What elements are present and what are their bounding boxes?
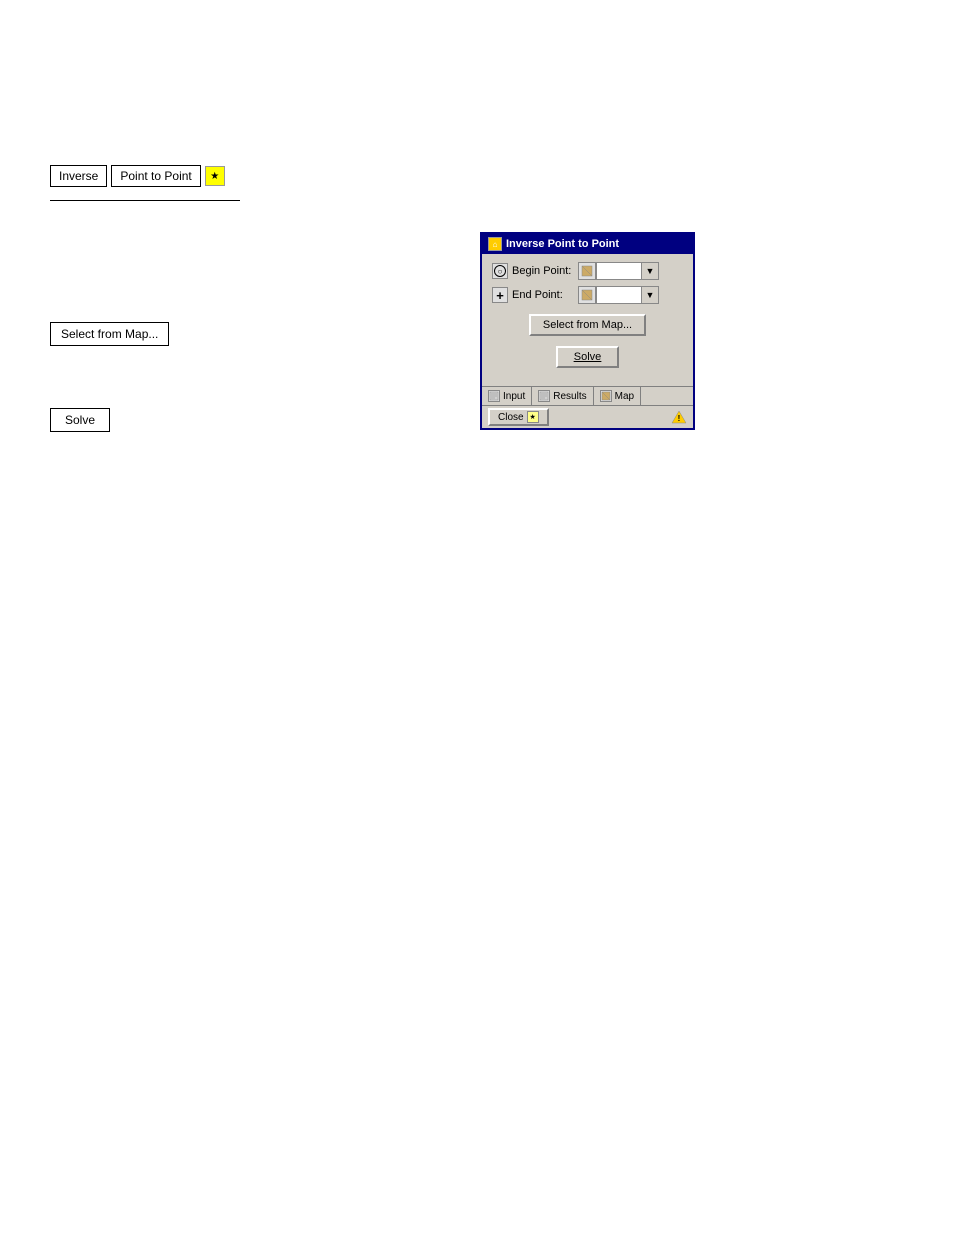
tab-map-label: Map [615, 391, 634, 402]
solve-button-bg[interactable]: Solve [50, 408, 110, 432]
dialog-tabs: Input Results Map [482, 386, 693, 405]
end-point-dropdown[interactable]: ▼ [641, 286, 659, 304]
end-point-input-group: 6 ▼ [578, 286, 683, 304]
dialog-titlebar: ⌂ Inverse Point to Point [482, 234, 693, 254]
svg-text:!: ! [678, 414, 681, 423]
toolbar-star-icon[interactable]: ★ [205, 166, 225, 186]
begin-point-input[interactable]: 1 [596, 262, 641, 280]
tab-results[interactable]: Results [532, 387, 593, 405]
begin-point-row: ○ Begin Point: 1 ▼ [492, 262, 683, 280]
point-to-point-button[interactable]: Point to Point [111, 165, 200, 187]
inverse-button[interactable]: Inverse [50, 165, 107, 187]
dialog-select-from-map-button[interactable]: Select from Map... [529, 314, 646, 336]
select-from-map-button-bg[interactable]: Select from Map... [50, 322, 169, 346]
dialog-close-button[interactable]: Close ★ [488, 408, 549, 426]
dialog-bottombar: Close ★ ! [482, 405, 693, 428]
begin-point-input-group: 1 ▼ [578, 262, 683, 280]
tab-input-label: Input [503, 391, 525, 402]
tab-results-label: Results [553, 391, 586, 402]
tab-results-icon [538, 390, 550, 402]
begin-point-img-icon [578, 262, 596, 280]
begin-point-symbol: ○ [492, 263, 508, 279]
dialog-body: ○ Begin Point: 1 ▼ + End Point: [482, 254, 693, 386]
end-point-img-icon [578, 286, 596, 304]
tab-input-icon [488, 390, 500, 402]
toolbar: Inverse Point to Point ★ [50, 165, 225, 187]
main-content: Inverse Point to Point ★ Select from Map… [0, 0, 954, 1235]
tab-map-icon [600, 390, 612, 402]
dialog-title-text: Inverse Point to Point [506, 238, 619, 250]
begin-point-label: Begin Point: [512, 265, 574, 277]
begin-point-dropdown[interactable]: ▼ [641, 262, 659, 280]
close-star-icon: ★ [527, 411, 539, 423]
dialog-title-icon: ⌂ [488, 237, 502, 251]
end-point-label: End Point: [512, 289, 574, 301]
warning-icon: ! [671, 409, 687, 425]
toolbar-underline [50, 200, 240, 201]
end-point-row: + End Point: 6 ▼ [492, 286, 683, 304]
close-label: Close [498, 412, 524, 423]
end-point-symbol: + [492, 287, 508, 303]
tab-map[interactable]: Map [594, 387, 641, 405]
end-point-input[interactable]: 6 [596, 286, 641, 304]
dialog-solve-button[interactable]: Solve [556, 346, 620, 368]
tab-input[interactable]: Input [482, 387, 532, 405]
dialog-window: ⌂ Inverse Point to Point ○ Begin Point: … [480, 232, 695, 430]
